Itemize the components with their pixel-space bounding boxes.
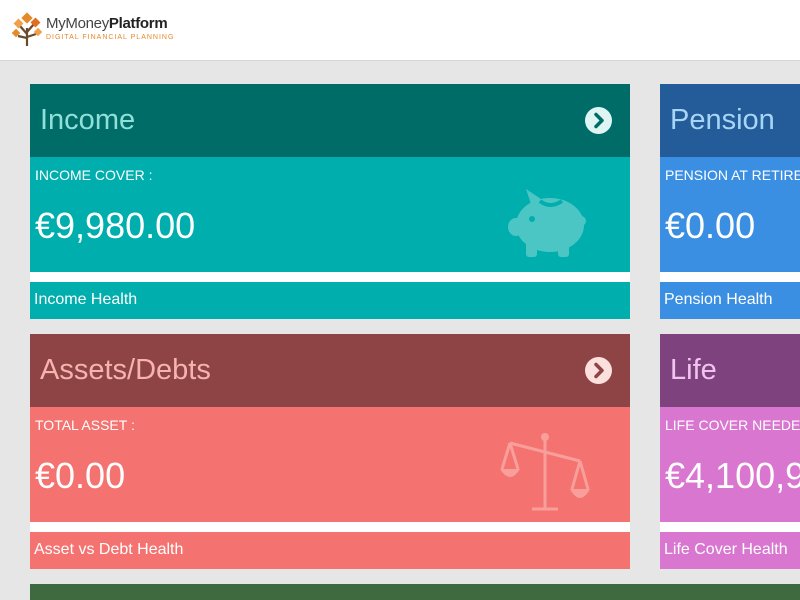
income-card-header: Income [30, 84, 630, 157]
assets-card: Assets/Debts TOTAL ASSET : €0.00 Asset v… [30, 334, 630, 569]
chevron-right-icon [594, 112, 604, 129]
income-open-button[interactable] [585, 107, 612, 134]
total-asset-label: TOTAL ASSET : [35, 417, 135, 433]
asset-debt-health-label: Asset vs Debt Health [34, 541, 184, 558]
life-card-body: LIFE COVER NEEDED €4,100,9 [660, 407, 800, 522]
pension-card-title: Pension [670, 104, 775, 136]
income-health-label: Income Health [34, 291, 138, 308]
pension-card-header: Pension [660, 84, 800, 157]
pension-value: €0.00 [665, 205, 756, 246]
pension-card: Pension PENSION AT RETIRE €0.00 Pension … [660, 84, 800, 319]
income-card-divider [30, 272, 630, 282]
income-card-body: INCOME COVER : €9,980.00 [30, 157, 630, 272]
logo-subtitle: DIGITAL FINANCIAL PLANNING [46, 34, 175, 41]
assets-card-title: Assets/Debts [40, 354, 211, 386]
asset-debt-health-link[interactable]: Asset vs Debt Health [30, 532, 630, 569]
pension-card-divider [660, 272, 800, 282]
life-cover-health-label: Life Cover Health [664, 541, 788, 558]
life-card-header: Life [660, 334, 800, 407]
assets-card-header: Assets/Debts [30, 334, 630, 407]
pension-health-link[interactable]: Pension Health [660, 282, 800, 319]
total-asset-value: €0.00 [35, 455, 126, 496]
life-cover-health-link[interactable]: Life Cover Health [660, 532, 800, 569]
chevron-right-icon [594, 362, 604, 379]
logo-title: MyMoneyPlatform [46, 15, 168, 32]
pension-health-label: Pension Health [664, 291, 773, 308]
pension-label: PENSION AT RETIRE [665, 167, 800, 183]
scales-icon [500, 433, 590, 511]
life-cover-value: €4,100,9 [665, 455, 800, 496]
income-card: Income INCOME COVER : €9,980.00 Income H… [30, 84, 630, 319]
income-cover-label: INCOME COVER : [35, 167, 153, 183]
assets-card-divider [30, 522, 630, 532]
life-card-title: Life [670, 354, 717, 386]
life-cover-label: LIFE COVER NEEDED [665, 417, 800, 433]
assets-open-button[interactable] [585, 357, 612, 384]
tree-icon [12, 12, 42, 46]
life-card: Life LIFE COVER NEEDED €4,100,9 Life Cov… [660, 334, 800, 569]
income-cover-value: €9,980.00 [35, 205, 196, 246]
pension-card-body: PENSION AT RETIRE €0.00 [660, 157, 800, 272]
income-card-title: Income [40, 104, 136, 136]
top-header: MyMoneyPlatform DIGITAL FINANCIAL PLANNI… [0, 0, 800, 61]
income-health-link[interactable]: Income Health [30, 282, 630, 319]
assets-card-body: TOTAL ASSET : €0.00 [30, 407, 630, 522]
logo[interactable]: MyMoneyPlatform DIGITAL FINANCIAL PLANNI… [12, 10, 212, 50]
life-card-divider [660, 522, 800, 532]
piggy-bank-icon [508, 189, 586, 257]
next-card-header [30, 584, 800, 600]
